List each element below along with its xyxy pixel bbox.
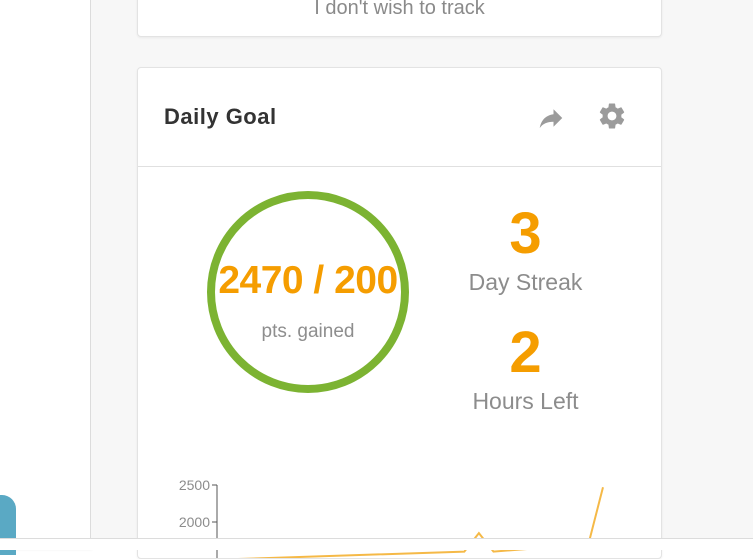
left-panel xyxy=(0,0,91,549)
daily-goal-title: Daily Goal xyxy=(164,104,277,129)
share-arrow-icon[interactable] xyxy=(536,103,566,133)
y-tick-label-2000: 2000 xyxy=(179,514,210,530)
hours-left-stat: 2 Hours Left xyxy=(448,324,603,415)
gear-icon[interactable] xyxy=(597,101,627,131)
daily-goal-card: Daily Goal 2470 / 200 pts. gained 3 Day … xyxy=(137,67,662,559)
tracking-option-text[interactable]: I don't wish to track xyxy=(138,0,661,20)
y-tick-label-2500: 2500 xyxy=(179,477,210,493)
hours-left-label: Hours Left xyxy=(472,388,579,414)
bottom-edge xyxy=(0,538,753,550)
day-streak-stat: 3 Day Streak xyxy=(448,205,603,296)
day-streak-value: 3 xyxy=(509,201,542,266)
day-streak-label: Day Streak xyxy=(468,269,583,295)
daily-goal-header: Daily Goal xyxy=(138,68,661,167)
hours-left-value: 2 xyxy=(509,320,542,385)
points-label: pts. gained xyxy=(261,321,355,342)
tracking-option-card[interactable]: I don't wish to track xyxy=(137,0,662,37)
points-progress-ring: 2470 / 200 pts. gained xyxy=(207,191,409,393)
points-value: 2470 / 200 xyxy=(218,259,398,302)
